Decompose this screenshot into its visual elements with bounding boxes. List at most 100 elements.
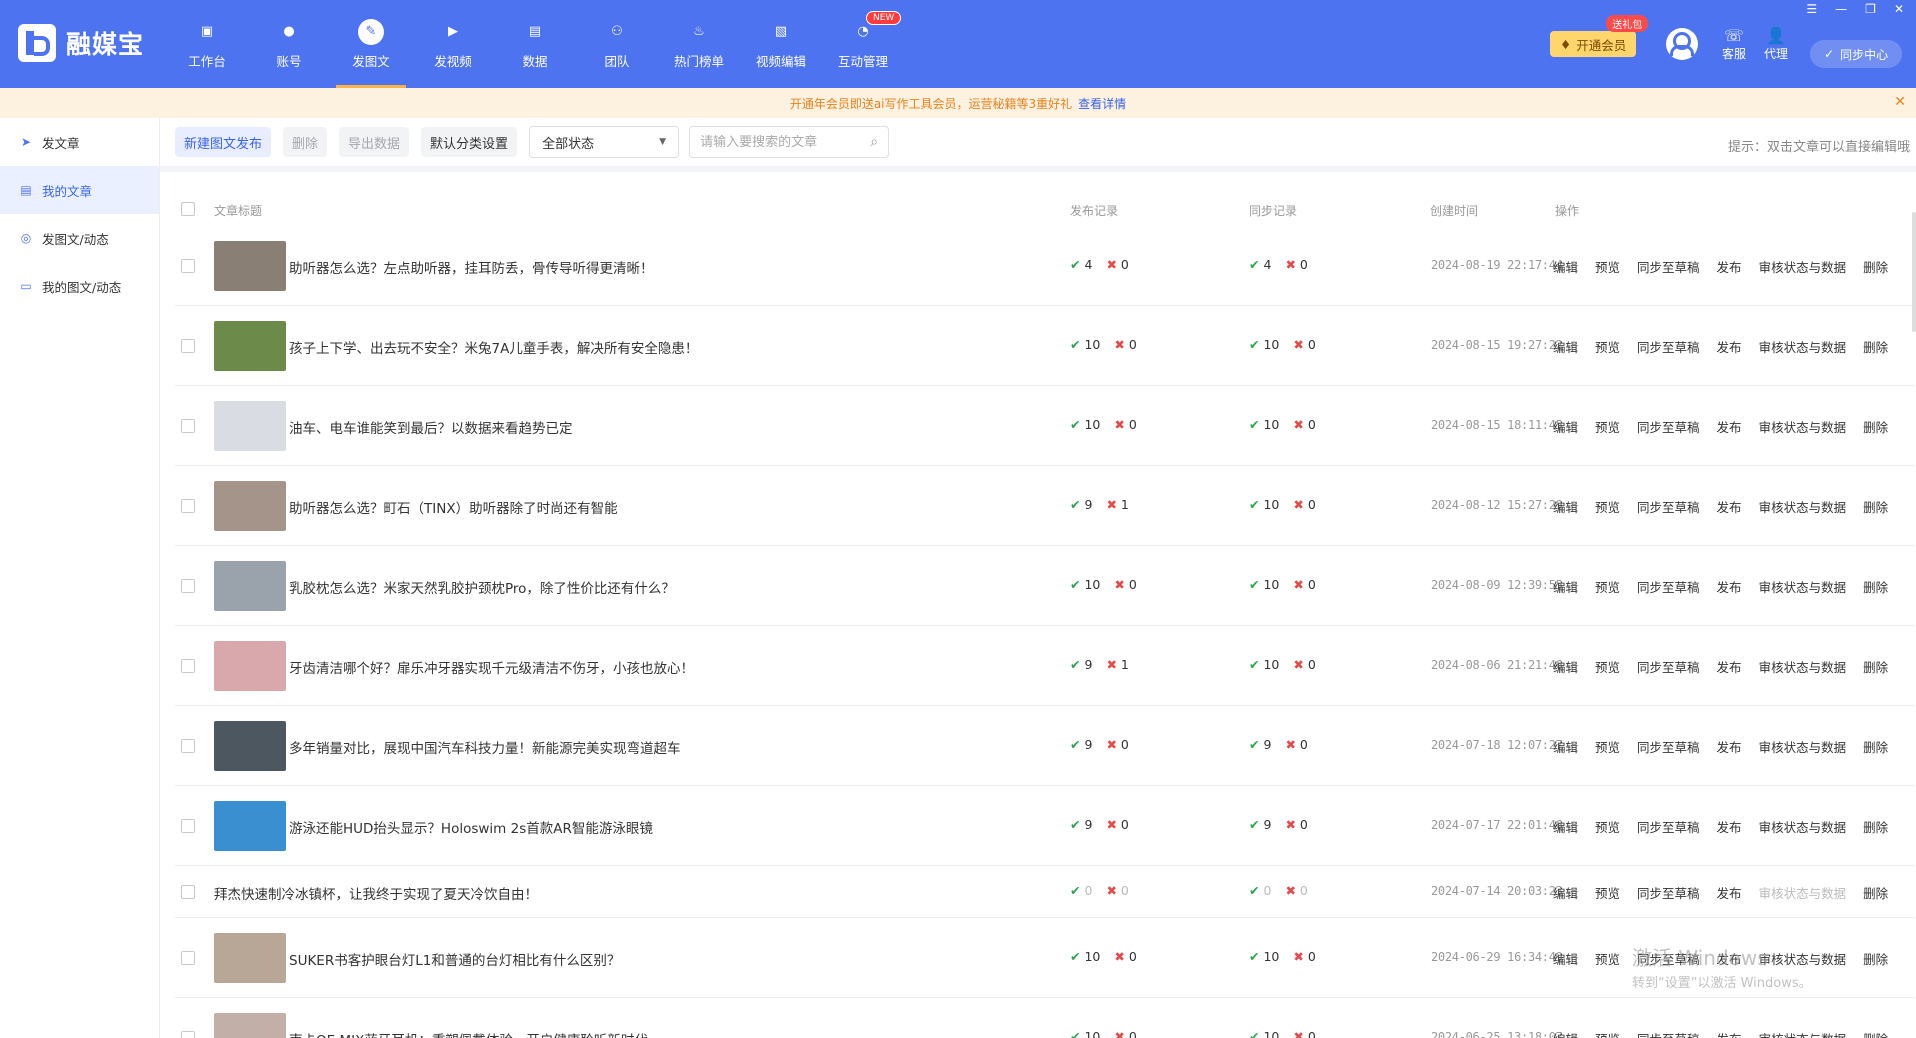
sync-draft-button[interactable]: 同步至草稿 [1637, 883, 1700, 902]
row-checkbox[interactable] [181, 739, 195, 753]
row-checkbox[interactable] [181, 579, 195, 593]
delete-row-button[interactable]: 删除 [1863, 657, 1888, 676]
scrollbar[interactable] [1912, 212, 1916, 332]
row-checkbox[interactable] [181, 819, 195, 833]
edit-button[interactable]: 编辑 [1553, 417, 1578, 436]
delete-row-button[interactable]: 删除 [1863, 497, 1888, 516]
preview-button[interactable]: 预览 [1595, 657, 1620, 676]
row-checkbox[interactable] [181, 885, 195, 899]
preview-button[interactable]: 预览 [1595, 1029, 1620, 1038]
preview-button[interactable]: 预览 [1595, 883, 1620, 902]
delete-row-button[interactable]: 删除 [1863, 337, 1888, 356]
row-checkbox[interactable] [181, 339, 195, 353]
nav-item-7[interactable]: ▧ 视频编辑 [740, 0, 822, 88]
table-row[interactable]: 牙齿清洁哪个好？扉乐冲牙器实现千元级清洁不伤牙，小孩也放心！ ✔ 9 ✖ 1 ✔… [175, 626, 1915, 706]
review-status-button[interactable]: 审核状态与数据 [1759, 417, 1847, 436]
publish-button[interactable]: 发布 [1717, 257, 1742, 276]
sidebar-item-0[interactable]: ➤ 发文章 [0, 118, 159, 166]
preview-button[interactable]: 预览 [1595, 337, 1620, 356]
table-row[interactable]: 乳胶枕怎么选？米家天然乳胶护颈枕Pro，除了性价比还有什么？ ✔ 10 ✖ 0 … [175, 546, 1915, 626]
article-title[interactable]: 助听器怎么选？左点助听器，挂耳防丢，骨传导听得更清晰！ [289, 257, 654, 277]
edit-button[interactable]: 编辑 [1553, 577, 1578, 596]
preview-button[interactable]: 预览 [1595, 817, 1620, 836]
nav-item-0[interactable]: ▣ 工作台 [166, 0, 248, 88]
sync-draft-button[interactable]: 同步至草稿 [1637, 417, 1700, 436]
row-checkbox[interactable] [181, 259, 195, 273]
restore-icon[interactable]: ❐ [1865, 2, 1876, 16]
article-title[interactable]: 游泳还能HUD抬头显示？Holoswim 2s首款AR智能游泳眼镜 [289, 817, 653, 837]
edit-button[interactable]: 编辑 [1553, 1029, 1578, 1038]
table-row[interactable]: 多年销量对比，展现中国汽车科技力量！新能源完美实现弯道超车 ✔ 9 ✖ 0 ✔ … [175, 706, 1915, 786]
review-status-button[interactable]: 审核状态与数据 [1759, 337, 1847, 356]
nav-item-5[interactable]: ⚇ 团队 [576, 0, 658, 88]
delete-row-button[interactable]: 删除 [1863, 257, 1888, 276]
sidebar-item-1[interactable]: ▤ 我的文章 [0, 166, 159, 214]
default-category-button[interactable]: 默认分类设置 [421, 127, 518, 157]
table-row[interactable]: 孩子上下学、出去玩不安全？米兔7A儿童手表，解决所有安全隐患！ ✔ 10 ✖ 0… [175, 306, 1915, 386]
article-title[interactable]: 南卡OE MIX蓝牙耳机：重塑佩戴体验，开启健康聆听新时代 [289, 1029, 648, 1038]
new-article-button[interactable]: 新建图文发布 [175, 127, 272, 157]
edit-button[interactable]: 编辑 [1553, 337, 1578, 356]
app-logo[interactable]: 融媒宝 [18, 24, 144, 62]
preview-button[interactable]: 预览 [1595, 417, 1620, 436]
sync-draft-button[interactable]: 同步至草稿 [1637, 497, 1700, 516]
article-title[interactable]: 油车、电车谁能笑到最后？以数据来看趋势已定 [289, 417, 573, 437]
delete-row-button[interactable]: 删除 [1863, 1029, 1888, 1038]
vip-button[interactable]: ♦ 开通会员 送礼包 [1550, 15, 1649, 57]
article-title[interactable]: 乳胶枕怎么选？米家天然乳胶护颈枕Pro，除了性价比还有什么？ [289, 577, 675, 597]
delete-row-button[interactable]: 删除 [1863, 417, 1888, 436]
menu-icon[interactable]: ☰ [1806, 2, 1817, 16]
notice-link[interactable]: 查看详情 [1078, 95, 1126, 112]
article-title[interactable]: 多年销量对比，展现中国汽车科技力量！新能源完美实现弯道超车 [289, 737, 681, 757]
publish-button[interactable]: 发布 [1717, 737, 1742, 756]
nav-item-2[interactable]: ✎ 发图文 [330, 0, 412, 88]
sidebar-item-2[interactable]: ◎ 发图文/动态 [0, 214, 159, 262]
preview-button[interactable]: 预览 [1595, 577, 1620, 596]
agent-button[interactable]: 👤 代理 [1764, 26, 1788, 62]
minimize-icon[interactable]: — [1835, 2, 1847, 16]
review-status-button[interactable]: 审核状态与数据 [1759, 949, 1847, 968]
publish-button[interactable]: 发布 [1717, 1029, 1742, 1038]
review-status-button[interactable]: 审核状态与数据 [1759, 817, 1847, 836]
sync-draft-button[interactable]: 同步至草稿 [1637, 737, 1700, 756]
article-title[interactable]: SUKER书客护眼台灯L1和普通的台灯相比有什么区别？ [289, 949, 620, 969]
nav-item-8[interactable]: ◔ 互动管理 NEW [822, 0, 904, 88]
avatar[interactable] [1666, 28, 1698, 60]
search-box[interactable]: ⌕ [689, 126, 890, 158]
row-checkbox[interactable] [181, 659, 195, 673]
delete-row-button[interactable]: 删除 [1863, 949, 1888, 968]
sync-draft-button[interactable]: 同步至草稿 [1637, 817, 1700, 836]
close-icon[interactable]: ✕ [1894, 94, 1906, 110]
edit-button[interactable]: 编辑 [1553, 883, 1578, 902]
sidebar-item-3[interactable]: ▭ 我的图文/动态 [0, 262, 159, 310]
delete-row-button[interactable]: 删除 [1863, 817, 1888, 836]
review-status-button[interactable]: 审核状态与数据 [1759, 657, 1847, 676]
sync-draft-button[interactable]: 同步至草稿 [1637, 337, 1700, 356]
sync-center-button[interactable]: ✓ 同步中心 [1810, 40, 1903, 68]
article-title[interactable]: 拜杰快速制冷冰镇杯，让我终于实现了夏天冷饮自由！ [214, 883, 538, 903]
edit-button[interactable]: 编辑 [1553, 497, 1578, 516]
sync-draft-button[interactable]: 同步至草稿 [1637, 257, 1700, 276]
preview-button[interactable]: 预览 [1595, 949, 1620, 968]
table-row[interactable]: 助听器怎么选？左点助听器，挂耳防丢，骨传导听得更清晰！ ✔ 4 ✖ 0 ✔ 4 … [175, 226, 1915, 306]
edit-button[interactable]: 编辑 [1553, 257, 1578, 276]
sync-draft-button[interactable]: 同步至草稿 [1637, 577, 1700, 596]
edit-button[interactable]: 编辑 [1553, 657, 1578, 676]
sync-draft-button[interactable]: 同步至草稿 [1637, 657, 1700, 676]
select-all-checkbox[interactable] [181, 202, 195, 216]
publish-button[interactable]: 发布 [1717, 577, 1742, 596]
article-title[interactable]: 孩子上下学、出去玩不安全？米兔7A儿童手表，解决所有安全隐患！ [289, 337, 698, 357]
status-select[interactable]: 全部状态 ▼ [529, 126, 680, 158]
edit-button[interactable]: 编辑 [1553, 949, 1578, 968]
delete-button[interactable]: 删除 [283, 127, 328, 157]
service-button[interactable]: ☏ 客服 [1722, 26, 1746, 62]
sync-draft-button[interactable]: 同步至草稿 [1637, 1029, 1700, 1038]
preview-button[interactable]: 预览 [1595, 737, 1620, 756]
nav-item-3[interactable]: ▶ 发视频 [412, 0, 494, 88]
nav-item-4[interactable]: ▤ 数据 [494, 0, 576, 88]
preview-button[interactable]: 预览 [1595, 257, 1620, 276]
delete-row-button[interactable]: 删除 [1863, 577, 1888, 596]
publish-button[interactable]: 发布 [1717, 497, 1742, 516]
preview-button[interactable]: 预览 [1595, 497, 1620, 516]
publish-button[interactable]: 发布 [1717, 337, 1742, 356]
